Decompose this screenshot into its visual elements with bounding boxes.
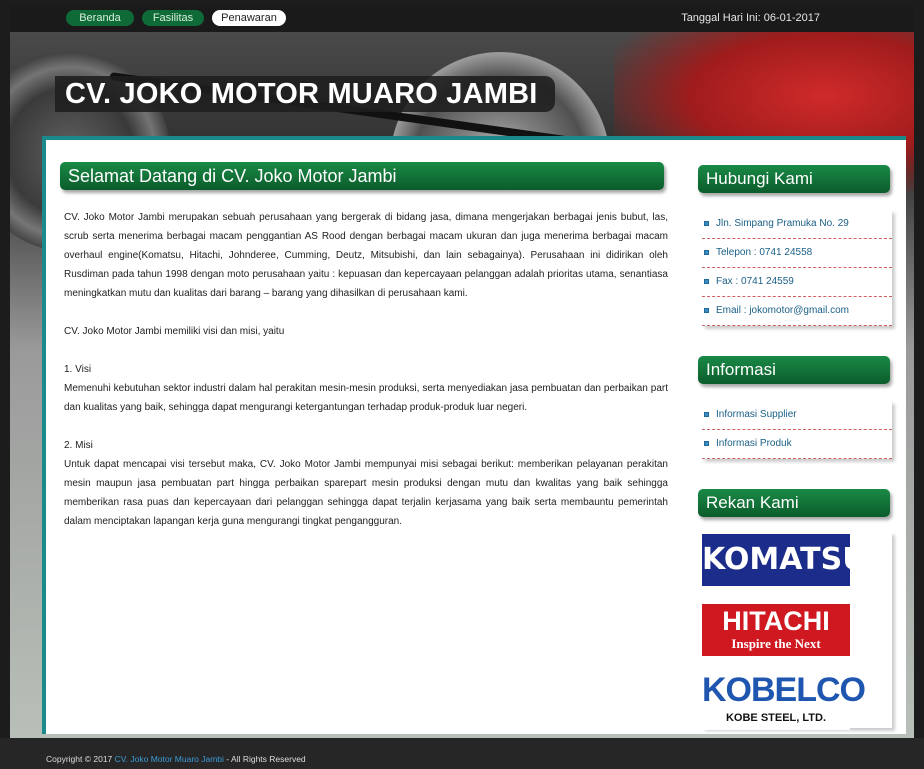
info-supplier-link[interactable]: Informasi Supplier	[702, 401, 892, 430]
kobelco-tagline: KOBE STEEL, LTD.	[725, 712, 827, 724]
info-heading: Informasi	[698, 356, 890, 384]
top-nav-bar: Beranda Fasilitas Penawaran Tanggal Hari…	[10, 6, 914, 32]
contact-address[interactable]: Jln. Simpang Pramuka No. 29	[702, 210, 892, 239]
contact-fax[interactable]: Fax : 0741 24559	[702, 268, 892, 297]
contact-email[interactable]: Email : jokomotor@gmail.com	[702, 297, 892, 326]
info-produk-link[interactable]: Informasi Produk	[702, 430, 892, 459]
company-link[interactable]: CV. Joko Motor Muaro Jambi	[115, 754, 224, 764]
visi-title: 1. Visi	[64, 364, 92, 375]
info-supplier-label: Informasi Supplier	[716, 409, 797, 420]
bullet-icon	[704, 250, 709, 255]
contact-address-label: Jln. Simpang Pramuka No. 29	[716, 218, 849, 229]
contact-phone-label: Telepon : 0741 24558	[716, 247, 813, 258]
bullet-icon	[704, 308, 709, 313]
komatsu-logo-text: KOMATSU	[702, 542, 867, 577]
intro-paragraph: CV. Joko Motor Jambi merupakan sebuah pe…	[64, 212, 668, 299]
page-footer: Copyright © 2017 CV. Joko Motor Muaro Ja…	[0, 738, 924, 769]
nav-fasilitas[interactable]: Fasilitas	[142, 10, 204, 26]
hitachi-logo-text: HITACHI	[722, 606, 830, 636]
site-title-box: CV. JOKO MOTOR MUARO JAMBI	[55, 76, 556, 112]
info-produk-label: Informasi Produk	[716, 438, 792, 449]
copyright-prefix: Copyright © 2017	[46, 754, 115, 764]
contact-email-label: Email : jokomotor@gmail.com	[716, 305, 849, 316]
komatsu-logo[interactable]: KOMATSU	[702, 534, 867, 586]
bullet-icon	[704, 279, 709, 284]
content-panel: Selamat Datang di CV. Joko Motor Jambi C…	[42, 136, 906, 734]
hitachi-tagline: Inspire the Next	[731, 636, 821, 651]
main-article: CV. Joko Motor Jambi merupakan sebuah pe…	[64, 208, 668, 531]
current-date: Tanggal Hari Ini: 06-01-2017	[681, 12, 820, 24]
info-list: Informasi Supplier Informasi Produk	[702, 401, 892, 459]
site-title: CV. JOKO MOTOR MUARO JAMBI	[65, 78, 538, 110]
copyright-suffix: - All Rights Reserved	[223, 754, 306, 764]
kobelco-logo-text: KOBELCO	[702, 671, 866, 709]
bullet-icon	[704, 412, 709, 417]
contact-phone[interactable]: Telepon : 0741 24558	[702, 239, 892, 268]
visi-text: Memenuhi kebutuhan sektor industri dalam…	[64, 383, 668, 413]
misi-title: 2. Misi	[64, 440, 93, 451]
visi-misi-intro: CV. Joko Motor Jambi memiliki visi dan m…	[64, 326, 285, 337]
nav-penawaran[interactable]: Penawaran	[212, 10, 286, 26]
copyright-text: Copyright © 2017 CV. Joko Motor Muaro Ja…	[46, 754, 306, 764]
kobelco-logo[interactable]: KOBELCO KOBE STEEL, LTD.	[702, 670, 866, 730]
partners-heading: Rekan Kami	[698, 489, 890, 517]
welcome-heading: Selamat Datang di CV. Joko Motor Jambi	[60, 162, 664, 190]
contact-heading: Hubungi Kami	[698, 165, 890, 193]
bullet-icon	[704, 441, 709, 446]
nav-beranda[interactable]: Beranda	[66, 10, 134, 26]
contact-fax-label: Fax : 0741 24559	[716, 276, 794, 287]
bullet-icon	[704, 221, 709, 226]
misi-text: Untuk dapat mencapai visi tersebut maka,…	[64, 459, 668, 527]
contact-list: Jln. Simpang Pramuka No. 29 Telepon : 07…	[702, 210, 892, 326]
hitachi-logo[interactable]: HITACHI Inspire the Next	[702, 604, 850, 656]
